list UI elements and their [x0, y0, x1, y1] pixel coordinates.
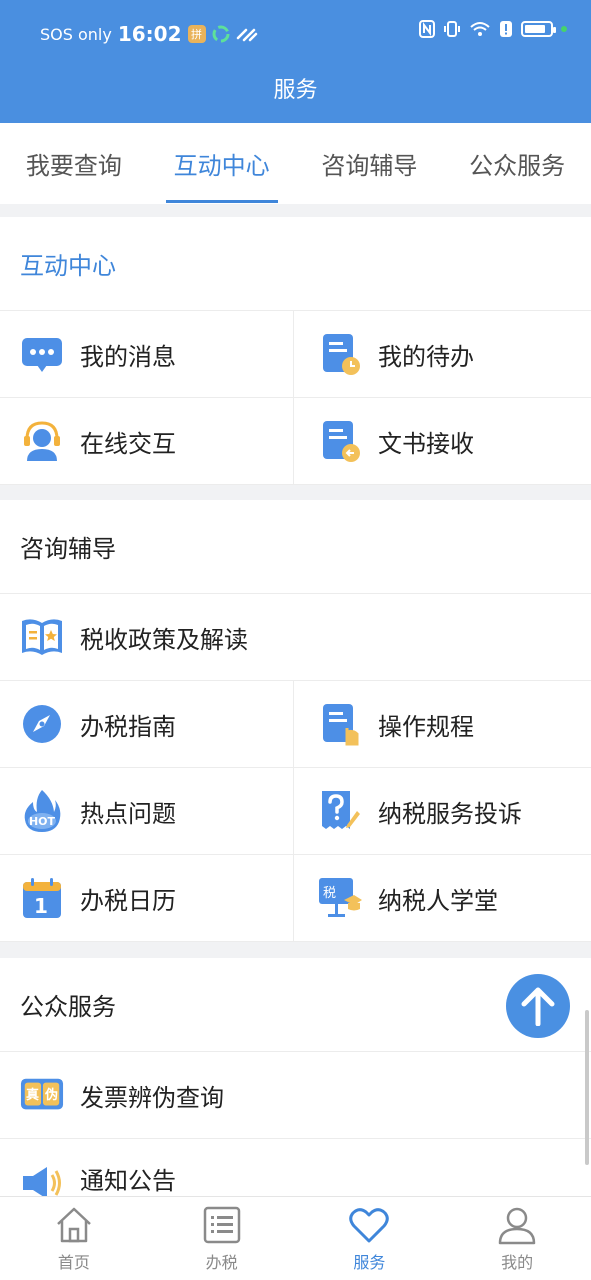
clock: 16:02 [117, 22, 182, 46]
item-label: 我的消息 [80, 342, 176, 371]
item-label: 办税日历 [80, 886, 176, 915]
nav-label: 我的 [501, 1253, 534, 1272]
grid-row: 税收政策及解读 [0, 594, 591, 681]
divider [0, 942, 591, 958]
wifi-icon [470, 22, 490, 36]
item-hot-questions[interactable]: HOT 热点问题 [0, 768, 293, 854]
complaint-question-icon [318, 789, 362, 833]
item-online-interaction[interactable]: 在线交互 [0, 398, 293, 484]
tax-character: 税 [323, 886, 337, 901]
item-tax-policy[interactable]: 税收政策及解读 [0, 594, 591, 680]
nav-label: 服务 [353, 1253, 386, 1272]
battery-icon [521, 21, 556, 37]
section-title-public: 公众服务 [0, 958, 591, 1052]
section-title-interaction: 互动中心 [0, 217, 591, 311]
heart-icon [349, 1208, 390, 1243]
item-label: 通知公告 [80, 1167, 176, 1195]
scrollbar[interactable] [585, 1010, 589, 1165]
item-notice[interactable]: 通知公告 [0, 1139, 591, 1196]
grid-row: 在线交互 文书接收 [0, 398, 591, 485]
grid-row: 我的消息 我的待办 [0, 311, 591, 398]
real-character: 真 [26, 1088, 40, 1103]
item-label: 热点问题 [80, 799, 176, 828]
item-procedures[interactable]: 操作规程 [293, 681, 591, 767]
nav-label: 首页 [57, 1253, 90, 1272]
item-invoice-verify[interactable]: 真 伪 发票辨伪查询 [0, 1052, 591, 1138]
alert-icon [500, 21, 512, 37]
home-icon [57, 1207, 91, 1243]
section-title-consult: 咨询辅导 [0, 500, 591, 594]
compass-icon [20, 702, 64, 746]
item-label: 在线交互 [80, 429, 176, 458]
classroom-icon: 税 [318, 876, 362, 920]
hot-flame-icon: HOT [20, 789, 64, 833]
nav-service[interactable]: 服务 [296, 1197, 444, 1280]
grid-row: 办税指南 操作规程 [0, 681, 591, 768]
person-icon [498, 1207, 536, 1245]
tab-bar: 我要查询 互动中心 咨询辅导 公众服务 [0, 123, 591, 204]
header: SOS only 16:02 拼 服务 [0, 0, 591, 123]
calendar-icon: 1 [20, 876, 64, 920]
page-title: 服务 [273, 78, 318, 103]
grid-row: 真 伪 发票辨伪查询 [0, 1052, 591, 1139]
item-my-messages[interactable]: 我的消息 [0, 311, 293, 397]
vibrate-icon [444, 21, 460, 37]
list-icon [203, 1206, 240, 1244]
item-label: 税收政策及解读 [80, 625, 248, 654]
calendar-day: 1 [34, 894, 48, 918]
grid-row: 通知公告 [0, 1139, 591, 1196]
item-service-complaint[interactable]: 纳税服务投诉 [293, 768, 591, 854]
nfc-icon [419, 20, 435, 38]
fake-character: 伪 [45, 1088, 59, 1103]
charging-dot [561, 26, 567, 32]
item-label: 纳税服务投诉 [378, 799, 522, 828]
item-label: 文书接收 [378, 429, 474, 458]
item-label: 我的待办 [378, 342, 474, 371]
link-icon [236, 28, 257, 42]
item-my-todo[interactable]: 我的待办 [293, 311, 591, 397]
item-label: 办税指南 [80, 712, 176, 741]
tab-consult[interactable]: 咨询辅导 [296, 123, 444, 204]
speaker-icon [20, 1161, 64, 1196]
tab-interaction[interactable]: 互动中心 [148, 123, 296, 204]
status-bar: SOS only 16:02 拼 [0, 0, 591, 64]
nav-tax[interactable]: 办税 [148, 1197, 296, 1280]
invoice-verify-icon: 真 伪 [20, 1073, 64, 1117]
arrow-up-icon [521, 987, 555, 1026]
item-document-receive[interactable]: 文书接收 [293, 398, 591, 484]
todo-doc-icon [318, 332, 362, 376]
item-label: 发票辨伪查询 [80, 1083, 224, 1112]
item-taxpayer-school[interactable]: 税 纳税人学堂 [293, 855, 591, 941]
nav-home[interactable]: 首页 [0, 1197, 148, 1280]
procedure-doc-icon [318, 702, 362, 746]
item-tax-calendar[interactable]: 1 办税日历 [0, 855, 293, 941]
message-icon [20, 332, 64, 376]
receive-doc-icon [318, 419, 362, 463]
bottom-nav: 首页 办税 服务 我的 [0, 1196, 591, 1280]
item-label: 纳税人学堂 [378, 886, 498, 915]
divider [0, 204, 591, 217]
item-label: 操作规程 [378, 712, 474, 741]
nav-mine[interactable]: 我的 [443, 1197, 591, 1280]
grid-row: 1 办税日历 税 纳税人学堂 [0, 855, 591, 942]
tab-query[interactable]: 我要查询 [0, 123, 148, 204]
policy-book-icon [20, 615, 64, 659]
nav-label: 办税 [205, 1253, 238, 1272]
grid-row: HOT 热点问题 纳税服务投诉 [0, 768, 591, 855]
divider [0, 485, 591, 500]
back-to-top-button[interactable] [506, 974, 570, 1038]
app-logo-icon [212, 25, 230, 43]
headset-agent-icon [20, 419, 64, 463]
item-tax-guide[interactable]: 办税指南 [0, 681, 293, 767]
carrier-text: SOS only [40, 24, 112, 44]
hot-text: HOT [28, 814, 56, 828]
tab-public[interactable]: 公众服务 [443, 123, 591, 204]
app-badge: 拼 [187, 25, 206, 43]
